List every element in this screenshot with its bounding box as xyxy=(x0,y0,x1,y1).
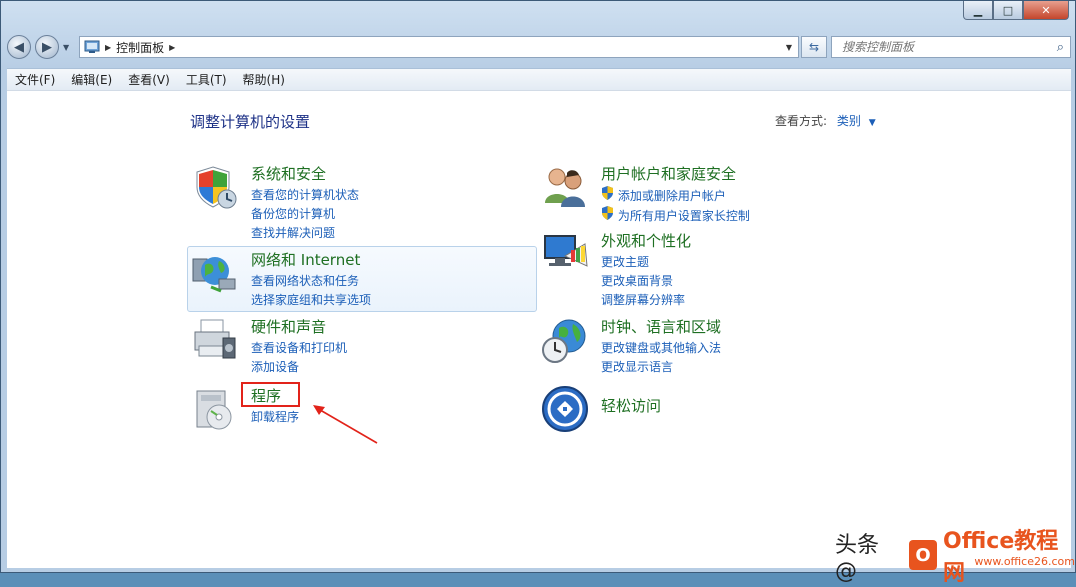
link-change-keyboard-input[interactable]: 更改键盘或其他输入法 xyxy=(601,339,721,358)
control-panel-icon xyxy=(84,40,100,53)
link-troubleshoot[interactable]: 查找并解决问题 xyxy=(251,224,359,243)
back-button[interactable]: ◀ xyxy=(7,35,31,59)
view-by-label: 查看方式: xyxy=(775,114,828,128)
breadcrumb-control-panel[interactable]: 控制面板 xyxy=(116,39,164,56)
category-title-system-security[interactable]: 系统和安全 xyxy=(251,163,359,184)
link-change-display-language[interactable]: 更改显示语言 xyxy=(601,358,721,377)
link-change-theme[interactable]: 更改主题 xyxy=(601,253,691,272)
category-title-user-accounts[interactable]: 用户帐户和家庭安全 xyxy=(601,163,750,184)
category-title-hardware-sound[interactable]: 硬件和声音 xyxy=(251,316,347,337)
link-add-device[interactable]: 添加设备 xyxy=(251,358,347,377)
search-icon[interactable]: ⌕ xyxy=(1057,40,1064,55)
link-uninstall-program[interactable]: 卸载程序 xyxy=(251,408,299,427)
caption-buttons: ▁ □ ✕ xyxy=(963,1,1069,20)
link-view-computer-status[interactable]: 查看您的计算机状态 xyxy=(251,186,359,205)
breadcrumb-separator-icon: ▶ xyxy=(105,42,112,52)
view-by: 查看方式: 类别 ▼ xyxy=(775,112,876,129)
arrow-left-icon: ◀ xyxy=(14,39,24,55)
menu-view[interactable]: 查看(V) xyxy=(120,71,178,88)
globe-clock-icon xyxy=(542,319,586,363)
watermark: 头条 @ O Office教程网 www.office26.com xyxy=(835,523,1075,587)
link-view-network-status[interactable]: 查看网络状态和任务 xyxy=(251,272,371,291)
page-title: 调整计算机的设置 xyxy=(190,113,311,131)
arrow-right-icon: ▶ xyxy=(42,39,52,55)
ease-of-access-icon xyxy=(542,386,588,432)
link-add-remove-accounts[interactable]: 添加或删除用户帐户 xyxy=(601,186,750,206)
link-homegroup-sharing[interactable]: 选择家庭组和共享选项 xyxy=(251,291,371,310)
monitor-palette-icon xyxy=(544,235,588,267)
category-title-appearance[interactable]: 外观和个性化 xyxy=(601,230,691,251)
uac-shield-icon xyxy=(602,186,613,200)
programs-box-icon xyxy=(196,390,232,430)
refresh-button[interactable]: ⇆ xyxy=(801,36,827,58)
forward-button[interactable]: ▶ xyxy=(35,35,59,59)
category-title-clock-language-region[interactable]: 时钟、语言和区域 xyxy=(601,316,721,337)
link-backup-computer[interactable]: 备份您的计算机 xyxy=(251,205,359,224)
category-title-network-internet[interactable]: 网络和 Internet xyxy=(251,249,371,270)
breadcrumb-separator-icon: ▶ xyxy=(169,42,176,52)
menu-file[interactable]: 文件(F) xyxy=(7,71,63,88)
minimize-button[interactable]: ▁ xyxy=(963,1,993,20)
content-area: 调整计算机的设置 查看方式: 类别 ▼ 系统和安全 查看您的计算机状态 备份您的… xyxy=(7,90,1075,586)
shield-icon xyxy=(196,166,237,209)
address-dropdown-icon[interactable]: ▼ xyxy=(786,43,792,52)
maximize-button[interactable]: □ xyxy=(993,1,1023,20)
link-devices-printers[interactable]: 查看设备和打印机 xyxy=(251,339,347,358)
printer-icon xyxy=(194,319,236,359)
link-parental-controls-label: 为所有用户设置家长控制 xyxy=(617,209,750,223)
navigation-bar: ◀ ▶ ▼ ▶ 控制面板 ▶ ▼ ⇆ ⌕ xyxy=(7,33,1071,61)
close-button[interactable]: ✕ xyxy=(1023,1,1069,20)
menu-edit[interactable]: 编辑(E) xyxy=(63,71,120,88)
uac-shield-icon xyxy=(602,206,613,220)
search-box: ⌕ xyxy=(831,36,1071,58)
recent-pages-dropdown[interactable]: ▼ xyxy=(63,43,69,52)
annotation-highlight-box xyxy=(241,382,300,407)
link-parental-controls[interactable]: 为所有用户设置家长控制 xyxy=(601,206,750,226)
link-adjust-resolution[interactable]: 调整屏幕分辨率 xyxy=(601,291,691,310)
network-globe-icon xyxy=(192,257,236,293)
chevron-down-icon: ▼ xyxy=(868,118,876,128)
view-by-dropdown[interactable]: 类别 ▼ xyxy=(837,114,876,128)
link-change-desktop-background[interactable]: 更改桌面背景 xyxy=(601,272,691,291)
menu-tools[interactable]: 工具(T) xyxy=(178,71,235,88)
search-input[interactable] xyxy=(840,39,1044,55)
address-bar[interactable]: ▶ 控制面板 ▶ ▼ xyxy=(79,36,799,58)
watermark-url: www.office26.com xyxy=(974,555,1075,568)
category-title-ease-of-access[interactable]: 轻松访问 xyxy=(601,395,661,416)
users-icon xyxy=(545,168,585,207)
annotation-arrow-icon xyxy=(313,405,378,444)
link-add-remove-accounts-label: 添加或删除用户帐户 xyxy=(617,189,726,203)
control-panel-window: ▁ □ ✕ ◀ ▶ ▼ ▶ 控制面板 ▶ ▼ ⇆ ⌕ xyxy=(0,0,1076,586)
refresh-icon: ⇆ xyxy=(808,40,820,54)
menu-bar: 文件(F) 编辑(E) 查看(V) 工具(T) 帮助(H) xyxy=(7,68,1071,90)
menu-help[interactable]: 帮助(H) xyxy=(235,71,293,88)
view-by-value: 类别 xyxy=(836,114,861,128)
